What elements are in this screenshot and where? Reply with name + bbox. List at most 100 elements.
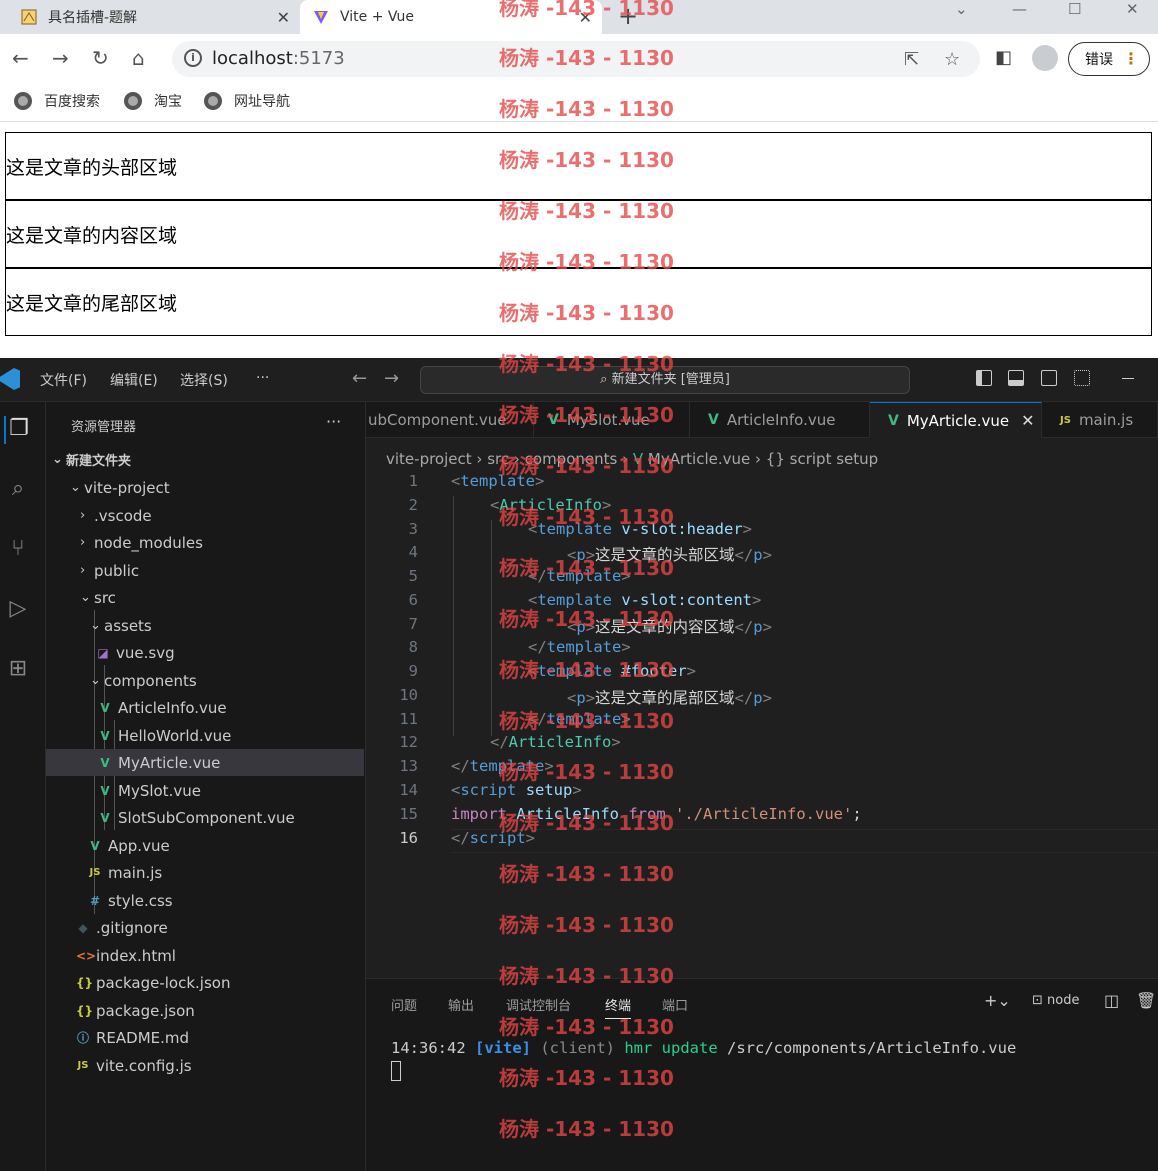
- split-terminal-icon[interactable]: ◫: [1104, 991, 1119, 1010]
- bookmark-taobao[interactable]: 淘宝: [124, 91, 182, 111]
- side-panel-icon[interactable]: ◧: [995, 47, 1012, 68]
- vue-file-icon: V: [100, 728, 110, 743]
- tree-item-node-modules[interactable]: › node_modules: [46, 529, 364, 556]
- address-bar[interactable]: i localhost:5173 ⇱ ☆: [172, 41, 980, 77]
- chevron-down-icon[interactable]: ⌄: [955, 0, 968, 18]
- json-file-icon: {}: [76, 1003, 94, 1018]
- command-center[interactable]: ⌕ 新建文件夹 [管理员]: [420, 366, 910, 394]
- line-number: 11: [399, 710, 418, 728]
- source-control-icon[interactable]: ⑂: [4, 536, 32, 564]
- breadcrumb-item[interactable]: MyArticle.vue: [648, 450, 750, 468]
- browser-tab-2[interactable]: Vite + Vue ✕: [300, 0, 602, 34]
- tree-item-components[interactable]: ⌄ components: [46, 667, 364, 694]
- menu-file[interactable]: 文件(F): [40, 370, 87, 390]
- customize-layout-icon[interactable]: [1074, 370, 1090, 386]
- home-icon[interactable]: ⌂: [132, 46, 145, 70]
- maximize-icon[interactable]: ☐: [1068, 0, 1081, 18]
- share-icon[interactable]: ⇱: [904, 49, 919, 70]
- tree-item-index-html[interactable]: <> index.html: [46, 942, 364, 969]
- run-debug-icon[interactable]: ▷: [4, 596, 32, 624]
- editor-tab-myslot[interactable]: V MySlot.vue: [534, 402, 690, 438]
- bookmark-nav[interactable]: 网址导航: [204, 91, 290, 111]
- extensions-icon[interactable]: ⊞: [4, 656, 32, 684]
- code-line: </template>: [451, 757, 554, 775]
- tree-item-myslot[interactable]: V MySlot.vue: [46, 777, 364, 804]
- nav-forward-icon[interactable]: →: [384, 368, 399, 389]
- breadcrumb: vite-project › src › components › V MyAr…: [386, 450, 879, 468]
- tree-item-app-vue[interactable]: V App.vue: [46, 832, 364, 859]
- panel-tab-ports[interactable]: 端口: [662, 995, 688, 1014]
- more-actions-icon[interactable]: ···: [326, 412, 341, 431]
- close-window-icon[interactable]: ✕: [1126, 0, 1139, 18]
- menu-selection[interactable]: 选择(S): [180, 370, 228, 390]
- menu-more[interactable]: ···: [256, 370, 269, 386]
- tree-item-src[interactable]: ⌄ src: [46, 584, 364, 611]
- line-number: 7: [408, 615, 418, 633]
- new-tab-icon[interactable]: +: [618, 2, 638, 30]
- bookmark-baidu[interactable]: 百度搜索: [14, 91, 100, 111]
- add-terminal-icon[interactable]: +⌄: [984, 991, 1011, 1010]
- panel-tab-problems[interactable]: 问题: [391, 995, 417, 1014]
- close-tab-icon[interactable]: ✕: [277, 8, 290, 27]
- line-number: 9: [408, 662, 418, 680]
- close-tab-icon[interactable]: ✕: [579, 8, 592, 27]
- profile-avatar-icon[interactable]: [1032, 45, 1058, 71]
- breadcrumb-item[interactable]: vite-project: [386, 450, 472, 468]
- panel-tab-terminal[interactable]: 终端: [605, 995, 632, 1019]
- tree-item-package-lock[interactable]: {} package-lock.json: [46, 969, 364, 996]
- svg-file-icon: ◪: [97, 645, 109, 660]
- editor-tab-slotsubcomponent[interactable]: ubComponent.vue: [366, 402, 534, 438]
- panel-tab-output[interactable]: 输出: [448, 995, 474, 1014]
- bookmark-star-icon[interactable]: ☆: [944, 49, 960, 70]
- tree-item-package-json[interactable]: {} package.json: [46, 997, 364, 1024]
- menu-edit[interactable]: 编辑(E): [110, 370, 158, 390]
- toggle-panel-icon[interactable]: [1008, 370, 1024, 386]
- search-icon[interactable]: ⌕: [4, 476, 32, 504]
- toggle-sidebar-icon[interactable]: [976, 370, 992, 386]
- tree-item-myarticle[interactable]: V MyArticle.vue: [46, 749, 364, 776]
- close-tab-icon[interactable]: ✕: [1021, 411, 1034, 430]
- url-text[interactable]: localhost:5173: [212, 48, 345, 69]
- json-file-icon: {}: [76, 975, 94, 990]
- tree-item-vue-svg[interactable]: ◪ vue.svg: [46, 639, 364, 666]
- tree-item-public[interactable]: › public: [46, 557, 364, 584]
- tree-item-main-js[interactable]: JS main.js: [46, 859, 364, 886]
- tree-item-gitignore[interactable]: ◆ .gitignore: [46, 914, 364, 941]
- minimize-icon[interactable]: —: [1012, 0, 1027, 18]
- terminal-instance[interactable]: ⊡ node: [1032, 993, 1079, 1008]
- tree-item-readme[interactable]: ⓘ README.md: [46, 1024, 364, 1051]
- breadcrumb-item[interactable]: src: [487, 450, 509, 468]
- browser-tab-1[interactable]: 具名插槽-题解 ✕: [8, 0, 300, 34]
- tree-item-helloworld[interactable]: V HelloWorld.vue: [46, 722, 364, 749]
- site-info-icon[interactable]: i: [184, 49, 202, 67]
- tree-item-slotsubcomponent[interactable]: V SlotSubComponent.vue: [46, 804, 364, 831]
- tree-item-articleinfo[interactable]: V ArticleInfo.vue: [46, 694, 364, 721]
- panel-tab-debug-console[interactable]: 调试控制台: [506, 995, 571, 1014]
- error-button[interactable]: 错误 ⋮: [1068, 42, 1150, 76]
- menu-dots-icon[interactable]: ⋮: [1123, 49, 1139, 68]
- editor-tab-articleinfo[interactable]: V ArticleInfo.vue: [690, 402, 870, 438]
- tree-item-vscode[interactable]: › .vscode: [46, 502, 364, 529]
- breadcrumb-item[interactable]: {} script setup: [766, 450, 878, 468]
- editor-tab-label: MySlot.vue: [566, 411, 650, 429]
- article-header: 这是文章的头部区域: [5, 132, 1152, 200]
- tree-item-style-css[interactable]: # style.css: [46, 887, 364, 914]
- breadcrumb-item[interactable]: components: [525, 450, 618, 468]
- editor-tab-main-js[interactable]: JS main.js: [1042, 402, 1158, 438]
- tree-item-vite-project[interactable]: ⌄ vite-project: [46, 474, 364, 501]
- toggle-secondary-sidebar-icon[interactable]: [1041, 370, 1057, 386]
- tree-item-root[interactable]: ⌄ 新建文件夹: [46, 446, 364, 473]
- code-editor[interactable]: 1 2 3 4 5 6 7 8 9 10 11 12 13 14 15 16 <…: [366, 472, 1158, 972]
- terminal-output[interactable]: 14:36:42 [vite] (client) hmr update /src…: [391, 1039, 1016, 1057]
- minimize-icon[interactable]: [1122, 378, 1134, 379]
- back-icon[interactable]: ←: [12, 46, 29, 70]
- tree-item-assets[interactable]: ⌄ assets: [46, 612, 364, 639]
- editor-tab-myarticle[interactable]: V MyArticle.vue ✕: [870, 402, 1042, 438]
- forward-icon[interactable]: →: [52, 46, 69, 70]
- explorer-icon[interactable]: ❐: [4, 416, 32, 444]
- tree-item-vite-config[interactable]: JS vite.config.js: [46, 1052, 364, 1079]
- code-line: <script setup>: [451, 781, 582, 799]
- reload-icon[interactable]: ↻: [92, 46, 109, 70]
- trash-icon[interactable]: 🗑: [1136, 991, 1156, 1010]
- nav-back-icon[interactable]: ←: [352, 368, 367, 389]
